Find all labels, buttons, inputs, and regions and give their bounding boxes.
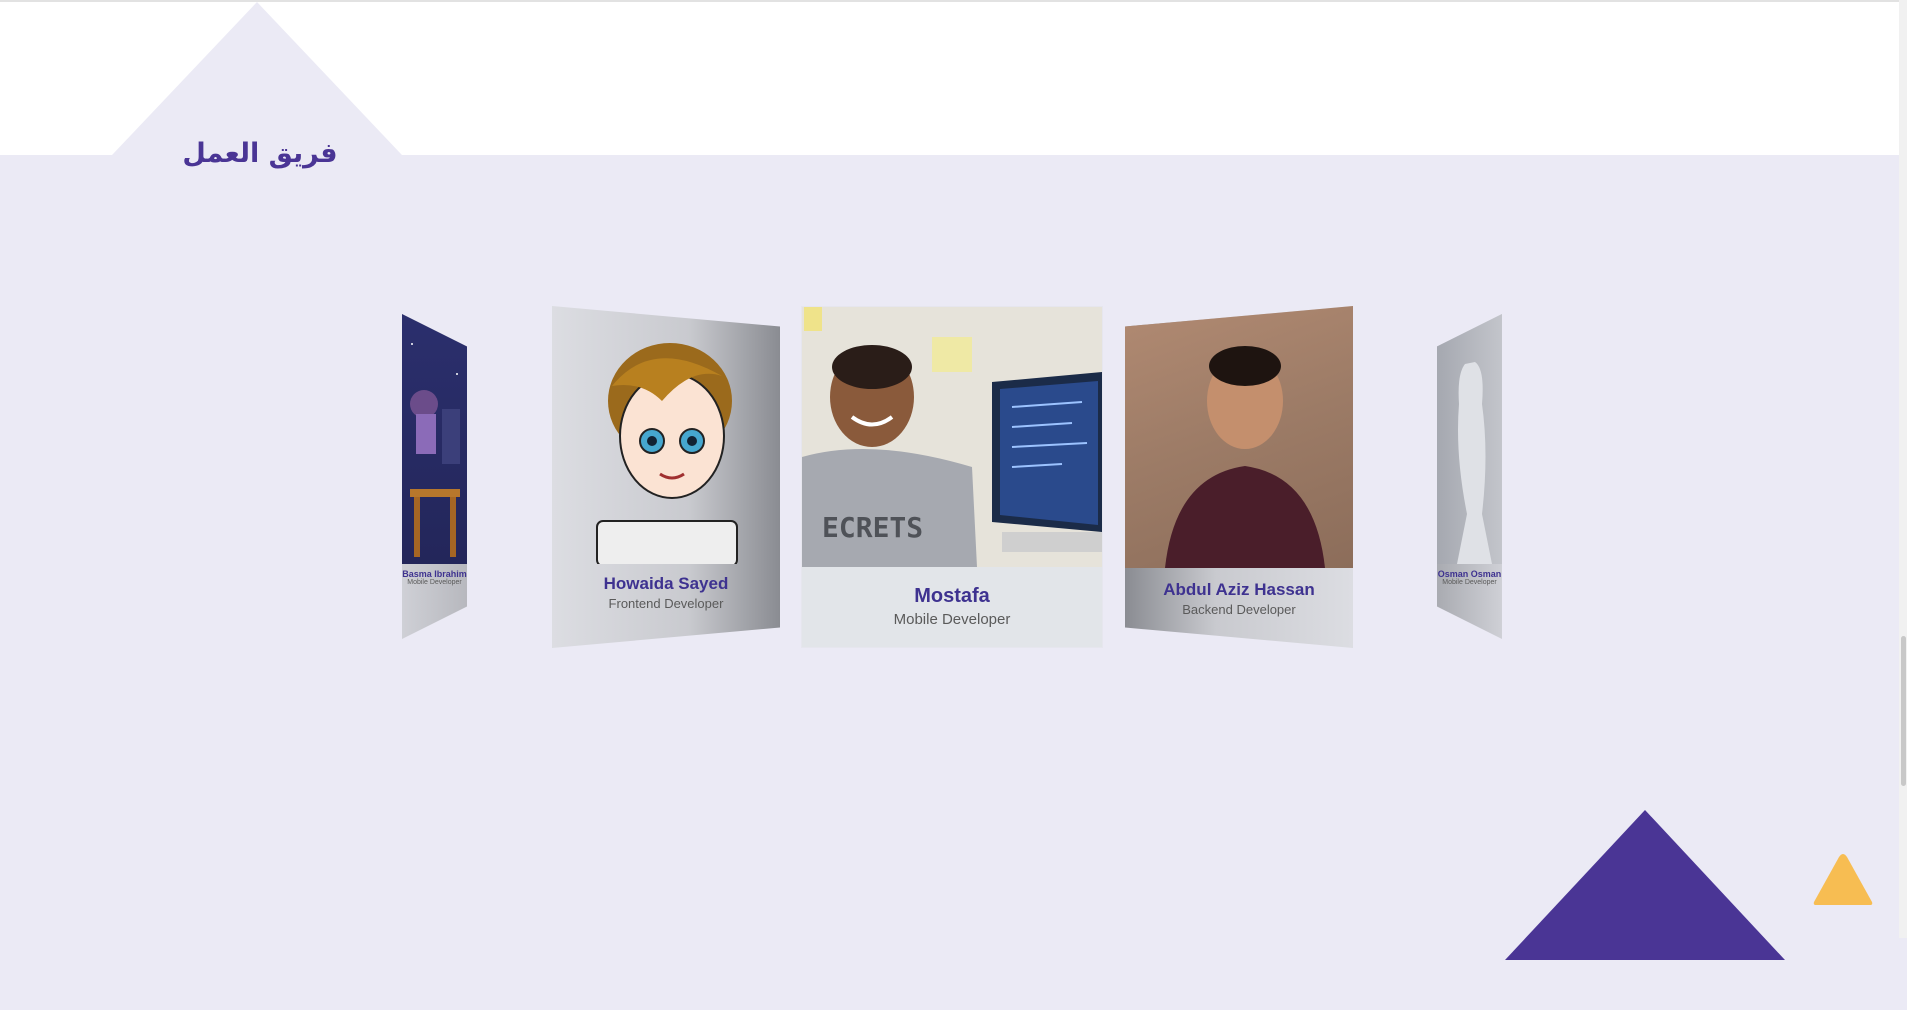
team-card-far-right[interactable]: Osman Osman Mobile Developer bbox=[1437, 314, 1502, 639]
person-portrait-icon bbox=[1165, 346, 1325, 568]
team-member-name: Mostafa bbox=[914, 585, 990, 607]
team-member-role: Mobile Developer bbox=[407, 579, 462, 586]
team-member-role: Frontend Developer bbox=[608, 596, 724, 611]
team-member-role: Mobile Developer bbox=[893, 611, 1011, 628]
team-member-role: Mobile Developer bbox=[1442, 579, 1497, 586]
team-member-photo: ECRETS bbox=[802, 307, 1102, 567]
team-member-photo bbox=[1437, 314, 1502, 564]
triangle-up-icon bbox=[1813, 854, 1873, 905]
team-card-mostafa[interactable]: ECRETS Mostafa Mobile Developer bbox=[802, 307, 1102, 647]
team-card-far-left[interactable]: Basma Ibrahim Mobile Developer bbox=[402, 314, 467, 639]
team-member-photo bbox=[1125, 306, 1353, 568]
person-with-computer-icon: ECRETS bbox=[802, 307, 1102, 567]
team-member-info: Howaida Sayed Frontend Developer bbox=[552, 574, 780, 611]
cartoon-avatar-icon bbox=[596, 343, 738, 567]
team-carousel[interactable]: Basma Ibrahim Mobile Developer Howaida S… bbox=[0, 0, 1907, 938]
team-card-howaida[interactable]: Howaida Sayed Frontend Developer bbox=[552, 306, 780, 648]
team-member-info: Basma Ibrahim Mobile Developer bbox=[402, 569, 467, 586]
team-member-photo bbox=[552, 306, 780, 567]
team-card-abdul-aziz[interactable]: Abdul Aziz Hassan Backend Developer bbox=[1125, 306, 1353, 648]
scroll-to-top-button[interactable] bbox=[1812, 852, 1874, 906]
developer-illustration-icon bbox=[410, 328, 460, 557]
placeholder-silhouette-icon bbox=[1457, 362, 1492, 564]
svg-text:ECRETS: ECRETS bbox=[822, 511, 923, 544]
team-member-info: Mostafa Mobile Developer bbox=[802, 585, 1102, 628]
team-member-info: Abdul Aziz Hassan Backend Developer bbox=[1125, 580, 1353, 617]
team-member-name: Basma Ibrahim bbox=[402, 569, 467, 579]
team-member-name: Osman Osman bbox=[1437, 569, 1502, 579]
scrollbar-thumb[interactable] bbox=[1901, 636, 1906, 786]
team-member-name: Abdul Aziz Hassan bbox=[1163, 580, 1315, 599]
team-member-name: Howaida Sayed bbox=[603, 574, 729, 593]
team-member-role: Backend Developer bbox=[1182, 602, 1296, 617]
team-member-photo bbox=[402, 314, 467, 564]
page-scrollbar[interactable] bbox=[1899, 0, 1907, 938]
team-member-info: Osman Osman Mobile Developer bbox=[1437, 569, 1502, 586]
